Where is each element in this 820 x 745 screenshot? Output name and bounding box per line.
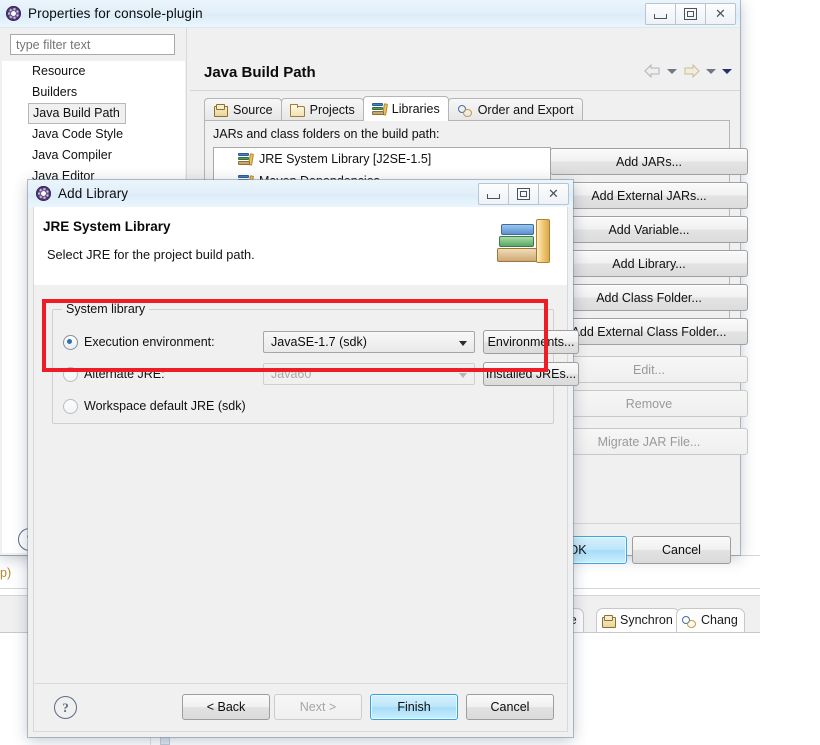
add-jars-button[interactable]: Add JARs... — [550, 148, 748, 175]
source-folder-icon — [213, 104, 228, 117]
migrate-jar-file-button: Migrate JAR File... — [550, 428, 748, 455]
next-button: Next > — [274, 694, 362, 720]
wizard-cancel-button[interactable]: Cancel — [466, 694, 554, 720]
tab-label: Order and Export — [477, 103, 574, 117]
cancel-button[interactable]: Cancel — [632, 536, 731, 564]
change-sets-icon — [681, 615, 697, 628]
tab-label: Libraries — [391, 102, 440, 116]
add-external-jars-button[interactable]: Add External JARs... — [550, 182, 748, 209]
add-variable-button[interactable]: Add Variable... — [550, 216, 748, 243]
chevron-down-icon — [459, 373, 467, 378]
alternate-jre-label: Alternate JRE: — [84, 367, 165, 381]
alternate-jre-radio[interactable] — [63, 366, 78, 382]
minimize-icon[interactable] — [478, 183, 509, 205]
books-icon — [238, 153, 255, 166]
wizard-footer: ? < Back Next > Finish Cancel — [33, 683, 568, 732]
books-icon — [371, 103, 388, 116]
tab-order-and-export[interactable]: Order and Export — [447, 98, 583, 121]
remove-button: Remove — [550, 390, 748, 417]
filter-input[interactable] — [10, 34, 175, 55]
page-title: Java Build Path — [204, 64, 316, 81]
alternate-jre-combo: Java60 — [263, 363, 475, 385]
workspace-default-jre-label: Workspace default JRE (sdk) — [84, 399, 246, 413]
eclipse-icon — [6, 6, 21, 21]
wizard-header: JRE System Library Select JRE for the pr… — [33, 207, 568, 286]
folder-icon — [289, 104, 305, 117]
add-library-title: Add Library — [58, 186, 129, 201]
tab-label: Projects — [309, 103, 355, 117]
tab-label: Source — [233, 103, 273, 117]
tab-projects[interactable]: Projects — [280, 98, 364, 121]
tree-item-resource[interactable]: Resource — [2, 61, 185, 82]
workspace-default-jre-row: Workspace default JRE (sdk) — [63, 394, 246, 418]
wizard-header-subtitle: Select JRE for the project build path. — [47, 247, 255, 262]
background-text-fragment: p) — [0, 566, 12, 580]
close-icon[interactable]: ✕ — [538, 183, 569, 205]
pane-header-divider — [190, 90, 740, 91]
books-stack-icon — [495, 215, 557, 271]
minimize-icon[interactable] — [645, 3, 676, 25]
order-export-icon — [457, 104, 473, 117]
add-class-folder-button[interactable]: Add Class Folder... — [550, 284, 748, 311]
installed-jres-button[interactable]: Installed JREs... — [483, 362, 579, 386]
maximize-icon[interactable] — [675, 3, 706, 25]
tree-item-builders[interactable]: Builders — [2, 82, 185, 103]
execution-environment-combo-value: JavaSE-1.7 (sdk) — [271, 335, 367, 349]
workspace-default-jre-radio[interactable] — [63, 398, 78, 414]
wizard-content: System library Execution environment: Ja… — [33, 285, 579, 685]
alternate-jre-row: Alternate JRE: — [63, 362, 165, 386]
tree-item-java-compiler[interactable]: Java Compiler — [2, 145, 185, 166]
environments-button[interactable]: Environments... — [483, 330, 579, 354]
back-button[interactable]: < Back — [182, 694, 270, 720]
back-menu-chevron-down-icon[interactable] — [667, 68, 677, 74]
tab-libraries[interactable]: Libraries — [362, 96, 449, 121]
back-arrow-icon[interactable] — [644, 63, 661, 79]
properties-window-controls: ✕ — [645, 3, 736, 25]
add-library-button[interactable]: Add Library... — [550, 250, 748, 277]
build-path-tabs: Source Projects Libraries Order and Expo… — [204, 96, 583, 121]
tab-source[interactable]: Source — [204, 98, 282, 121]
view-tab-label: Synchron — [620, 613, 673, 627]
alternate-jre-combo-value: Java60 — [271, 367, 312, 381]
chevron-down-icon — [459, 341, 467, 346]
jar-list-label: JARs and class folders on the build path… — [213, 127, 440, 141]
view-tab-synchronize[interactable]: Synchron — [596, 608, 680, 632]
close-icon[interactable]: ✕ — [705, 3, 736, 25]
add-library-dialog: Add Library ✕ JRE System Library Select … — [28, 180, 579, 737]
forward-menu-chevron-down-icon[interactable] — [706, 68, 716, 74]
list-item-label: JRE System Library [J2SE-1.5] — [259, 152, 432, 166]
help-question-icon[interactable]: ? — [54, 696, 77, 719]
system-library-legend: System library — [62, 302, 150, 316]
properties-titlebar[interactable]: Properties for console-plugin ✕ — [0, 0, 740, 27]
screen: ole Synchron Chang p) Properties for con… — [0, 0, 820, 745]
execution-environment-label: Execution environment: — [84, 335, 215, 349]
properties-title: Properties for console-plugin — [28, 6, 203, 21]
execution-environment-combo[interactable]: JavaSE-1.7 (sdk) — [263, 331, 475, 353]
tree-item-java-build-path[interactable]: Java Build Path — [28, 103, 126, 124]
add-external-class-folder-button[interactable]: Add External Class Folder... — [550, 318, 748, 345]
list-item[interactable]: JRE System Library [J2SE-1.5] — [214, 148, 550, 170]
add-library-window-controls: ✕ — [478, 183, 569, 205]
libraries-action-buttons: Add JARs... Add External JARs... Add Var… — [550, 148, 748, 462]
tree-item-java-code-style[interactable]: Java Code Style — [2, 124, 185, 145]
eclipse-icon — [36, 186, 51, 201]
execution-environment-row: Execution environment: — [63, 330, 215, 354]
system-library-group: System library Execution environment: Ja… — [52, 302, 579, 424]
view-tab-change-sets[interactable]: Chang — [676, 608, 745, 632]
view-tab-label: Chang — [701, 613, 738, 627]
execution-environment-radio[interactable] — [63, 334, 78, 350]
edit-button: Edit... — [550, 356, 748, 383]
add-library-titlebar[interactable]: Add Library ✕ — [28, 180, 573, 207]
navigation-bar — [644, 63, 732, 79]
finish-button[interactable]: Finish — [370, 694, 458, 720]
synchronize-icon — [601, 614, 616, 628]
add-library-body: JRE System Library Select JRE for the pr… — [28, 207, 579, 737]
forward-arrow-icon[interactable] — [683, 63, 700, 79]
maximize-icon[interactable] — [508, 183, 539, 205]
wizard-header-title: JRE System Library — [43, 219, 171, 234]
view-menu-chevron-down-icon[interactable] — [722, 68, 732, 74]
